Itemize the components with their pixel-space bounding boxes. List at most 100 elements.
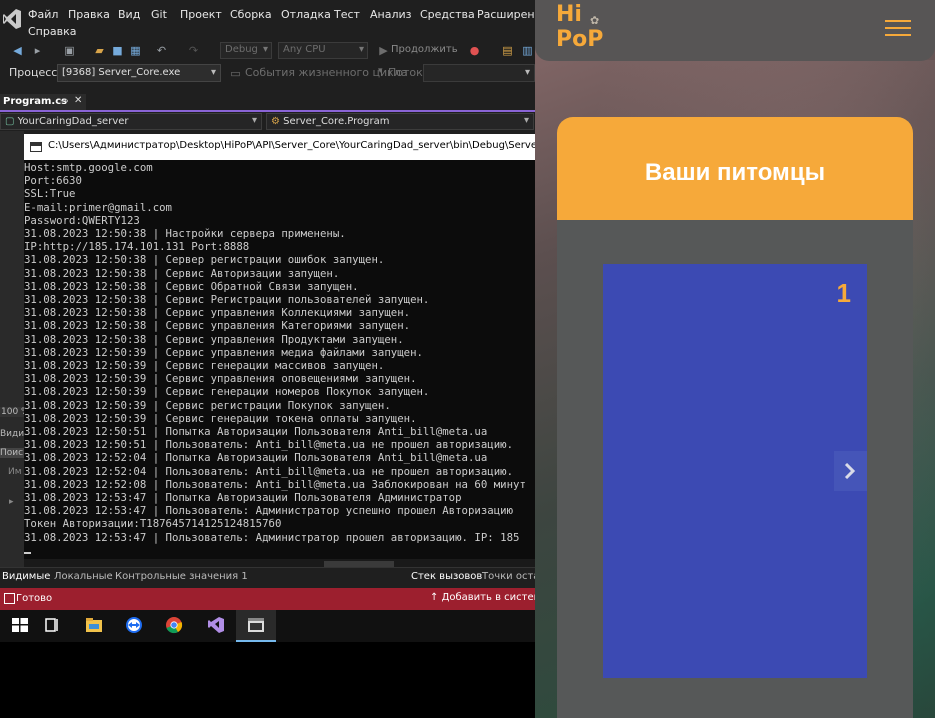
status-ready-text: Готово [16, 593, 53, 604]
close-tab-icon[interactable]: ✕ [74, 95, 82, 106]
menu-help[interactable]: Справка [28, 25, 76, 38]
tab-watch[interactable]: Контрольные значения 1 [115, 571, 248, 582]
console-line: 31.08.2023 12:50:38 | Сервис управления … [24, 332, 404, 346]
pin-icon[interactable]: ⊸ [60, 96, 68, 107]
taskbar-console[interactable] [236, 610, 276, 642]
thread-select[interactable] [423, 64, 535, 82]
status-ready-icon [4, 593, 15, 604]
taskbar-file-explorer[interactable] [74, 610, 114, 642]
lifecycle-dropdown-icon[interactable]: ▾ [378, 66, 383, 76]
hamburger-menu-button[interactable] [885, 18, 911, 38]
console-line: 31.08.2023 12:50:39 | Сервис генерации н… [24, 385, 430, 399]
back-icon[interactable]: ◀ [10, 43, 25, 58]
open-folder-icon[interactable]: ▰ [92, 43, 107, 58]
toolbox-icon[interactable]: ▤ [500, 43, 515, 58]
console-cursor [24, 551, 31, 554]
menu-extensions[interactable]: Расширения [477, 8, 535, 21]
console-line: 31.08.2023 12:50:39 | Сервис генерации т… [24, 411, 417, 425]
hamburger-line [885, 27, 911, 29]
taskbar-teamviewer[interactable] [114, 610, 154, 642]
console-title-text: C:\Users\Администратор\Desktop\HiPoP\API… [48, 140, 535, 151]
windows-logo-icon [12, 618, 28, 632]
menu-edit[interactable]: Правка [68, 8, 110, 21]
class-name: Server_Core.Program [283, 116, 390, 127]
process-label: Процесс: [9, 66, 62, 79]
task-view-icon [45, 618, 58, 632]
solution-configuration-select[interactable]: Debug [220, 42, 272, 59]
console-line: 31.08.2023 12:50:38 | Сервис Регистрации… [24, 293, 430, 307]
project-select[interactable]: ▢ YourCaringDad_server [0, 113, 262, 130]
task-view-button[interactable] [32, 610, 72, 642]
menu-file[interactable]: Файл [28, 8, 58, 21]
console-line: 31.08.2023 12:50:39 | Сервис регистрации… [24, 398, 391, 412]
continue-icon[interactable]: ▶ [376, 43, 391, 58]
menu-view[interactable]: Вид [118, 8, 140, 21]
window-icon[interactable]: ▥ [520, 43, 535, 58]
taskbar-visual-studio[interactable] [196, 610, 236, 642]
save-icon[interactable]: ■ [110, 43, 125, 58]
save-all-icon[interactable]: ▦ [128, 43, 143, 58]
hamburger-line [885, 34, 911, 36]
continue-button[interactable]: Продолжить [391, 44, 458, 55]
console-line: 31.08.2023 12:50:38 | Сервис управления … [24, 306, 411, 320]
debug-tool-tabs: Видимые Локальные Контрольные значения 1… [0, 567, 535, 587]
pets-card-header: Ваши питомцы [557, 117, 913, 220]
add-to-source-control-button[interactable]: ↑ Добавить в систему [430, 592, 535, 603]
new-item-icon[interactable]: ▣ [62, 43, 77, 58]
console-line: Host:smtp.google.com [24, 161, 153, 174]
console-line: 31.08.2023 12:53:47 | Попытка Авторизаци… [24, 491, 462, 505]
side-item-name: Им [8, 467, 22, 477]
menu-test[interactable]: Тест [334, 8, 360, 21]
console-line: 31.08.2023 12:50:38 | Сервер регистрации… [24, 253, 385, 267]
side-panel-strip: 100 % Види Поис Им ▸ [0, 131, 31, 567]
console-line: E-mail:primer@gmail.com [24, 200, 172, 214]
menu-build[interactable]: Сборка [230, 8, 272, 21]
hot-reload-icon[interactable]: ● [467, 43, 482, 58]
console-line: 31.08.2023 12:50:51 | Пользователь: Anti… [24, 438, 514, 452]
hamburger-line [885, 20, 911, 22]
chevron-right-icon [844, 463, 856, 479]
pet-slide[interactable]: 1 [603, 264, 867, 678]
console-titlebar[interactable]: C:\Users\Администратор\Desktop\HiPoP\API… [24, 134, 535, 160]
app-header: Hi ✿ PoP [535, 0, 935, 61]
menu-debug[interactable]: Отладка [281, 8, 331, 21]
tab-call-stack[interactable]: Стек вызовов [411, 571, 482, 582]
side-item-search[interactable]: Поис [0, 448, 24, 458]
menu-project[interactable]: Проект [180, 8, 222, 21]
project-name: YourCaringDad_server [17, 116, 129, 127]
lifecycle-events-button[interactable]: События жизненного цикла [245, 66, 408, 79]
pets-card: Ваши питомцы 1 [557, 117, 913, 718]
solution-platform-select[interactable]: Any CPU [278, 42, 368, 59]
slide-number: 1 [836, 278, 851, 308]
tab-label: Program.cs [3, 96, 68, 107]
forward-icon[interactable]: ▸ [30, 43, 45, 58]
redo-icon[interactable]: ↷ [186, 43, 201, 58]
side-item-autos[interactable]: Види [0, 429, 24, 439]
tab-breakpoints[interactable]: Точки оста [482, 571, 535, 582]
process-select[interactable]: [9368] Server_Core.exe [57, 64, 221, 82]
logo-line-2: PoP [556, 27, 604, 52]
class-select[interactable]: ⚙ Server_Core.Program [266, 113, 534, 130]
debug-location-toolbar: Процесс: [9368] Server_Core.exe ▭ Событи… [0, 62, 535, 84]
tab-autos[interactable]: Видимые [2, 571, 50, 582]
console-line: 31.08.2023 12:50:39 | Сервис управления … [24, 345, 423, 359]
next-slide-button[interactable] [834, 451, 867, 491]
undo-icon[interactable]: ↶ [154, 43, 169, 58]
pets-section-title: Ваши питомцы [644, 159, 826, 186]
class-icon: ⚙ [271, 116, 284, 127]
teamviewer-icon [126, 617, 142, 633]
menu-git[interactable]: Git [151, 8, 167, 21]
menu-analyze[interactable]: Анализ [370, 8, 412, 21]
console-line: 31.08.2023 12:52:04 | Попытка Авторизаци… [24, 451, 488, 465]
console-window[interactable]: C:\Users\Администратор\Desktop\HiPoP\API… [24, 134, 535, 569]
thread-label: Поток: [388, 66, 427, 79]
console-line: 31.08.2023 12:50:51 | Попытка Авторизаци… [24, 425, 488, 439]
menu-tools[interactable]: Средства [420, 8, 475, 21]
tab-locals[interactable]: Локальные [54, 571, 113, 582]
tab-program-cs[interactable]: Program.cs ⊸ ✕ [0, 94, 86, 110]
chrome-icon [166, 617, 183, 634]
taskbar-chrome[interactable] [154, 610, 194, 642]
expand-chevron-icon[interactable]: ▸ [9, 497, 14, 507]
console-app-icon [30, 142, 42, 152]
hipop-logo[interactable]: Hi ✿ PoP [556, 2, 616, 56]
